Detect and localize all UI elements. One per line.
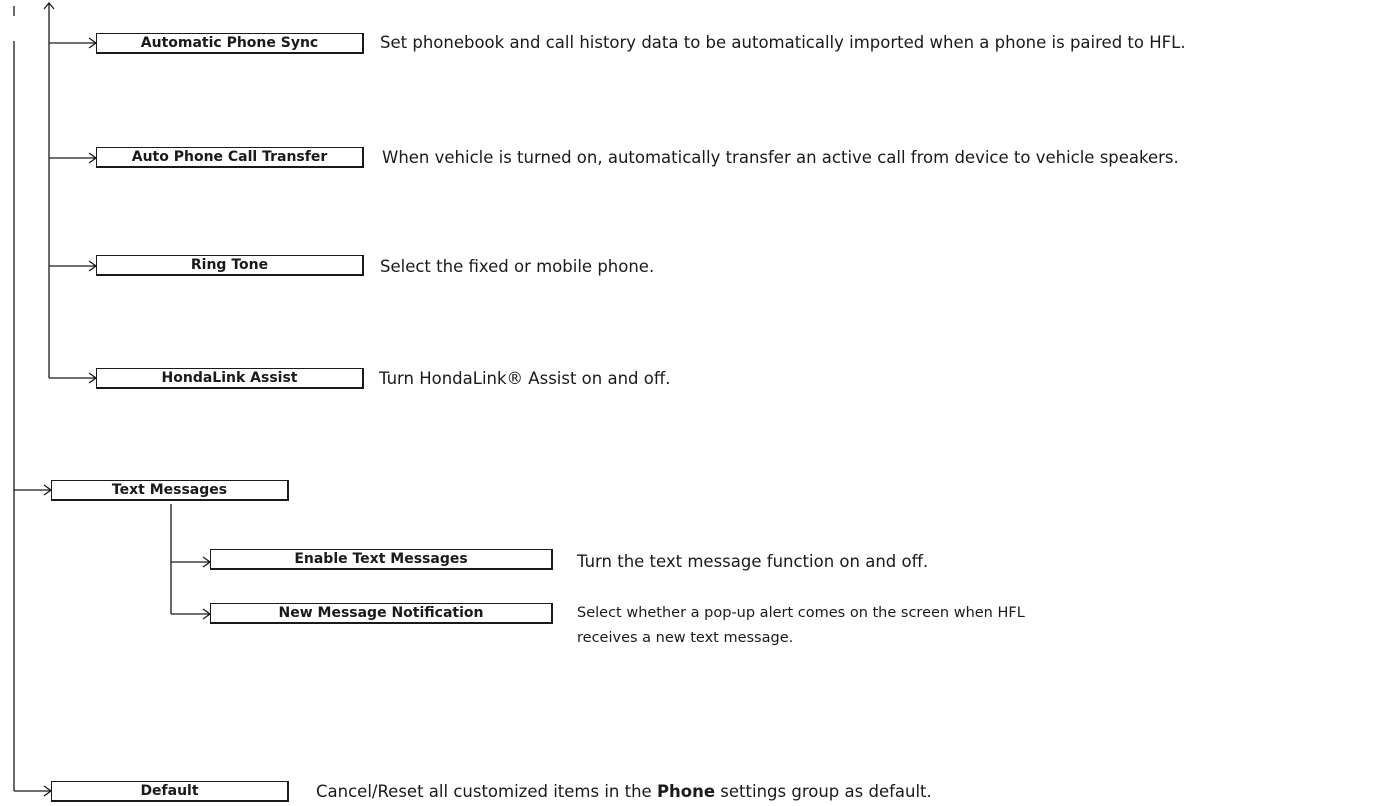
automatic-phone-sync-description: Set phonebook and call history data to b… <box>380 33 1186 52</box>
default-description-before: Cancel/Reset all customized items in the <box>316 782 657 801</box>
default-description: Cancel/Reset all customized items in the… <box>316 781 932 802</box>
ring-tone-description: Select the fixed or mobile phone. <box>380 257 655 276</box>
auto-phone-call-transfer-label: Auto Phone Call Transfer <box>131 149 328 165</box>
automatic-phone-sync-label: Automatic Phone Sync <box>140 35 319 51</box>
auto-phone-call-transfer-description: When vehicle is turned on, automatically… <box>382 148 1179 167</box>
new-message-notification-label: New Message Notification <box>278 605 484 621</box>
text-messages-label: Text Messages <box>111 482 228 498</box>
default-box: Default <box>51 781 289 802</box>
auto-phone-call-transfer-box: Auto Phone Call Transfer <box>96 147 364 168</box>
new-message-notification-description-line1: Select whether a pop-up alert comes on t… <box>577 605 1025 621</box>
hondalink-assist-box: HondaLink Assist <box>96 368 364 389</box>
default-description-after: settings group as default. <box>715 782 932 801</box>
default-label: Default <box>140 783 199 799</box>
text-messages-box: Text Messages <box>51 480 289 501</box>
ring-tone-box: Ring Tone <box>96 255 364 276</box>
enable-text-messages-label: Enable Text Messages <box>294 551 468 567</box>
tree-connector-lines <box>13 1 212 797</box>
default-description-bold: Phone <box>656 782 716 801</box>
enable-text-messages-description: Turn the text message function on and of… <box>577 552 929 571</box>
enable-text-messages-box: Enable Text Messages <box>210 549 553 570</box>
hondalink-assist-description: Turn HondaLink® Assist on and off. <box>379 369 671 388</box>
new-message-notification-box: New Message Notification <box>210 603 553 624</box>
hondalink-assist-label: HondaLink Assist <box>161 370 298 386</box>
automatic-phone-sync-box: Automatic Phone Sync <box>96 33 364 54</box>
new-message-notification-description-line2: receives a new text message. <box>577 630 794 646</box>
ring-tone-label: Ring Tone <box>190 257 269 273</box>
